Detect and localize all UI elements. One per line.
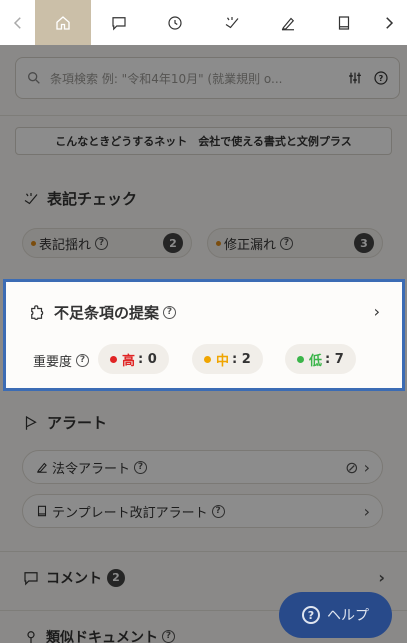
severity-label: 重要度 ? bbox=[33, 351, 90, 370]
orange-dot bbox=[204, 355, 211, 363]
missing-clauses-card[interactable]: 不足条項の提案 ? › 重要度 ? 高 : 0 中 : 2 低 : 7 bbox=[3, 279, 405, 391]
comment-icon bbox=[112, 16, 127, 30]
tab-comments[interactable] bbox=[91, 0, 147, 45]
question-icon: ? bbox=[302, 606, 320, 624]
puzzle-icon bbox=[31, 304, 44, 320]
severity-low-value: : 7 bbox=[325, 351, 344, 367]
severity-low-label: 低 bbox=[309, 353, 323, 369]
question-icon[interactable]: ? bbox=[76, 354, 90, 367]
severity-medium-value: : 2 bbox=[232, 351, 251, 367]
tab-history[interactable] bbox=[147, 0, 203, 45]
tab-book[interactable] bbox=[316, 0, 372, 45]
severity-high-label: 高 bbox=[122, 353, 136, 369]
book-icon bbox=[338, 15, 349, 30]
severity-high-pill[interactable]: 高 : 0 bbox=[98, 344, 169, 374]
tab-edit[interactable] bbox=[260, 0, 316, 45]
scroll-left-button[interactable] bbox=[0, 0, 35, 45]
chevron-right-icon bbox=[386, 16, 394, 29]
tab-home[interactable] bbox=[35, 0, 92, 45]
red-dot bbox=[110, 355, 117, 363]
tab-check[interactable] bbox=[203, 0, 259, 45]
severity-high-value: : 0 bbox=[138, 351, 157, 367]
severity-medium-pill[interactable]: 中 : 2 bbox=[192, 344, 263, 374]
missing-clauses-title: 不足条項の提案 bbox=[54, 304, 160, 322]
history-icon bbox=[168, 15, 183, 30]
missing-clauses-heading: 不足条項の提案 ? bbox=[28, 302, 177, 323]
help-button[interactable]: ? ヘルプ bbox=[279, 592, 392, 638]
sparkle-check-icon bbox=[225, 16, 238, 28]
scroll-right-button[interactable] bbox=[372, 0, 407, 45]
top-toolbar bbox=[0, 0, 407, 45]
pen-icon bbox=[281, 17, 294, 30]
severity-low-pill[interactable]: 低 : 7 bbox=[285, 344, 356, 374]
home-icon bbox=[56, 15, 71, 30]
severity-label-text: 重要度 bbox=[33, 355, 73, 370]
chevron-left-icon bbox=[13, 16, 21, 29]
chevron-right-icon[interactable]: › bbox=[374, 302, 380, 321]
green-dot bbox=[297, 355, 304, 363]
question-icon[interactable]: ? bbox=[163, 306, 177, 319]
severity-medium-label: 中 bbox=[216, 353, 230, 369]
help-button-label: ヘルプ bbox=[327, 608, 369, 624]
